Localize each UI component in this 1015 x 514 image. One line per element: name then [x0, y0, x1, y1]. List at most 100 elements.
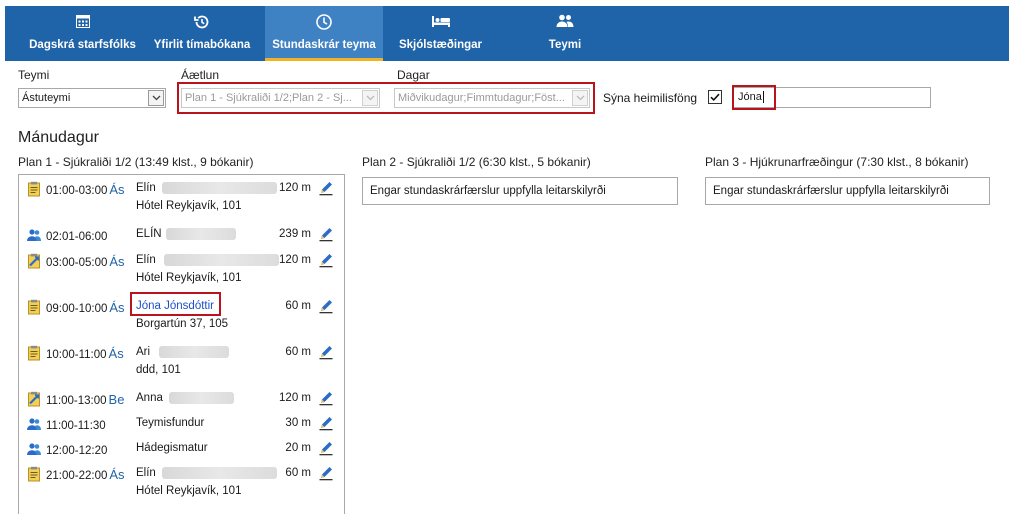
time-range: 09:00-10:00	[46, 303, 108, 315]
redacted-text	[169, 392, 234, 404]
category-code: Ás	[109, 467, 125, 482]
time-range: 03:00-05:00	[46, 257, 108, 269]
plan-3-empty-message: Engar stundaskrárfærslur uppfylla leitar…	[705, 177, 990, 205]
duration: 30 m	[285, 417, 311, 429]
duration: 120 m	[279, 182, 311, 194]
edit-icon[interactable]	[318, 415, 334, 431]
edit-icon[interactable]	[318, 298, 334, 314]
edit-icon[interactable]	[318, 344, 334, 360]
client-name[interactable]: Hádegismatur	[136, 442, 208, 454]
category-code: Ás	[109, 300, 125, 315]
list-item[interactable]: 11:00-13:00 Be Anna 120 m	[19, 388, 344, 410]
edit-icon[interactable]	[318, 252, 334, 268]
category-code: Be	[108, 392, 125, 407]
redacted-text	[164, 254, 279, 266]
duration: 239 m	[279, 228, 311, 240]
duration: 120 m	[279, 254, 311, 266]
redacted-text	[162, 182, 277, 194]
plan-3-header: Plan 3 - Hjúkrunarfræðingur (7:30 klst.,…	[705, 155, 969, 169]
tab-booking-overview[interactable]: Yfirlit tímabókana	[142, 6, 262, 61]
bed-icon	[388, 13, 493, 31]
clipboard-icon	[28, 299, 40, 315]
client-address: Hótel Reykjavík, 101	[136, 200, 242, 212]
time-range: 11:00-11:30	[46, 420, 106, 432]
client-address: ddd, 101	[136, 364, 181, 376]
edit-icon[interactable]	[318, 390, 334, 406]
group-icon	[27, 229, 41, 241]
client-name[interactable]: Elín	[136, 182, 156, 194]
time-range: 10:00-11:00	[46, 349, 107, 361]
team-label: Teymi	[18, 68, 50, 82]
client-name[interactable]: Anna	[136, 392, 163, 404]
client-address: Hótel Reykjavík, 101	[136, 272, 242, 284]
plan-2-empty-message: Engar stundaskrárfærslur uppfylla leitar…	[362, 177, 678, 205]
top-ribbon: Dagskrá starfsfólks Yfirlit tímabókana S…	[5, 6, 1009, 61]
list-item[interactable]: 11:00-11:30 Teymisfundur 30 m	[19, 413, 344, 435]
checkmark-icon	[710, 93, 720, 102]
plan-label: Áætlun	[181, 68, 220, 82]
group-icon	[27, 418, 41, 430]
edit-icon[interactable]	[318, 465, 334, 481]
highlight-frame	[177, 82, 595, 114]
people-icon	[535, 13, 595, 31]
time-range: 12:00-12:20	[46, 445, 108, 457]
duration: 60 m	[285, 467, 311, 479]
duration: 60 m	[285, 346, 311, 358]
tab-label: Teymi	[548, 39, 582, 51]
client-name[interactable]: Elín	[136, 467, 156, 479]
plan-2-header: Plan 2 - Sjúkraliði 1/2 (6:30 klst., 5 b…	[362, 155, 591, 169]
team-select[interactable]: Ástuteymi	[18, 88, 166, 108]
day-title: Mánudagur	[18, 129, 99, 146]
time-range: 11:00-13:00	[46, 395, 107, 407]
client-name[interactable]: Teymisfundur	[136, 417, 204, 429]
time-range: 01:00-03:00	[46, 185, 108, 197]
client-address: Hótel Reykjavík, 101	[136, 485, 242, 497]
duration: 120 m	[279, 392, 311, 404]
show-addresses-label: Sýna heimilisföng	[603, 91, 698, 105]
category-code: Ás	[109, 254, 125, 269]
duration: 60 m	[285, 300, 311, 312]
plan-1-list: 01:00-03:00 Ás Elín 120 m Hótel Reykjavík…	[18, 174, 345, 514]
tab-staff-schedule[interactable]: Dagskrá starfsfólks	[25, 6, 140, 61]
client-name[interactable]: Ari	[136, 346, 150, 358]
tab-label: Yfirlit tímabókana	[153, 39, 251, 51]
category-code: Ás	[109, 182, 125, 197]
plan-1-header: Plan 1 - Sjúkraliði 1/2 (13:49 klst., 9 …	[18, 155, 254, 169]
transfer-icon	[28, 391, 40, 407]
tab-teams[interactable]: Teymi	[535, 6, 595, 61]
tab-clients[interactable]: Skjólstæðingar	[388, 6, 493, 61]
show-addresses-checkbox[interactable]	[708, 90, 722, 104]
group-icon	[27, 443, 41, 455]
days-label: Dagar	[397, 68, 430, 82]
edit-icon[interactable]	[318, 226, 334, 242]
clipboard-icon	[28, 345, 40, 361]
list-item[interactable]: 01:00-03:00 Ás Elín 120 m Hótel Reykjavík…	[19, 178, 344, 222]
chevron-down-icon[interactable]	[148, 90, 164, 106]
list-item[interactable]: 03:00-05:00 Ás Elín 120 m Hótel Reykjavík…	[19, 250, 344, 294]
list-item[interactable]: 02:01-06:00 ELÍN 239 m	[19, 224, 344, 246]
redacted-text	[162, 467, 277, 479]
list-item[interactable]: 21:00-22:00 Ás Elín 60 m Hótel Reykjavík,…	[19, 463, 344, 507]
tab-label: Dagskrá starfsfólks	[29, 39, 136, 51]
edit-icon[interactable]	[318, 440, 334, 456]
client-address: Borgartún 37, 105	[136, 318, 229, 330]
edit-icon[interactable]	[318, 180, 334, 196]
redacted-text	[159, 346, 229, 358]
clipboard-icon	[28, 181, 40, 197]
list-item[interactable]: 10:00-11:00 Ás Ari 60 m ddd, 101	[19, 342, 344, 386]
team-select-value: Ástuteymi	[22, 92, 71, 104]
highlight-frame	[732, 85, 776, 110]
calendar-icon	[25, 13, 140, 31]
time-range: 21:00-22:00	[46, 470, 108, 482]
clipboard-icon	[28, 466, 40, 482]
time-range: 02:01-06:00	[46, 231, 108, 243]
transfer-icon	[28, 253, 40, 269]
category-code: Ás	[108, 346, 124, 361]
list-item[interactable]: 12:00-12:20 Hádegismatur 20 m	[19, 438, 344, 460]
client-name[interactable]: ELÍN	[136, 228, 162, 240]
client-name[interactable]: Elín	[136, 254, 156, 266]
clock-icon	[265, 13, 383, 31]
tab-team-schedules[interactable]: Stundaskrár teyma	[265, 6, 383, 61]
history-icon	[142, 13, 262, 31]
highlight-frame	[130, 292, 221, 316]
